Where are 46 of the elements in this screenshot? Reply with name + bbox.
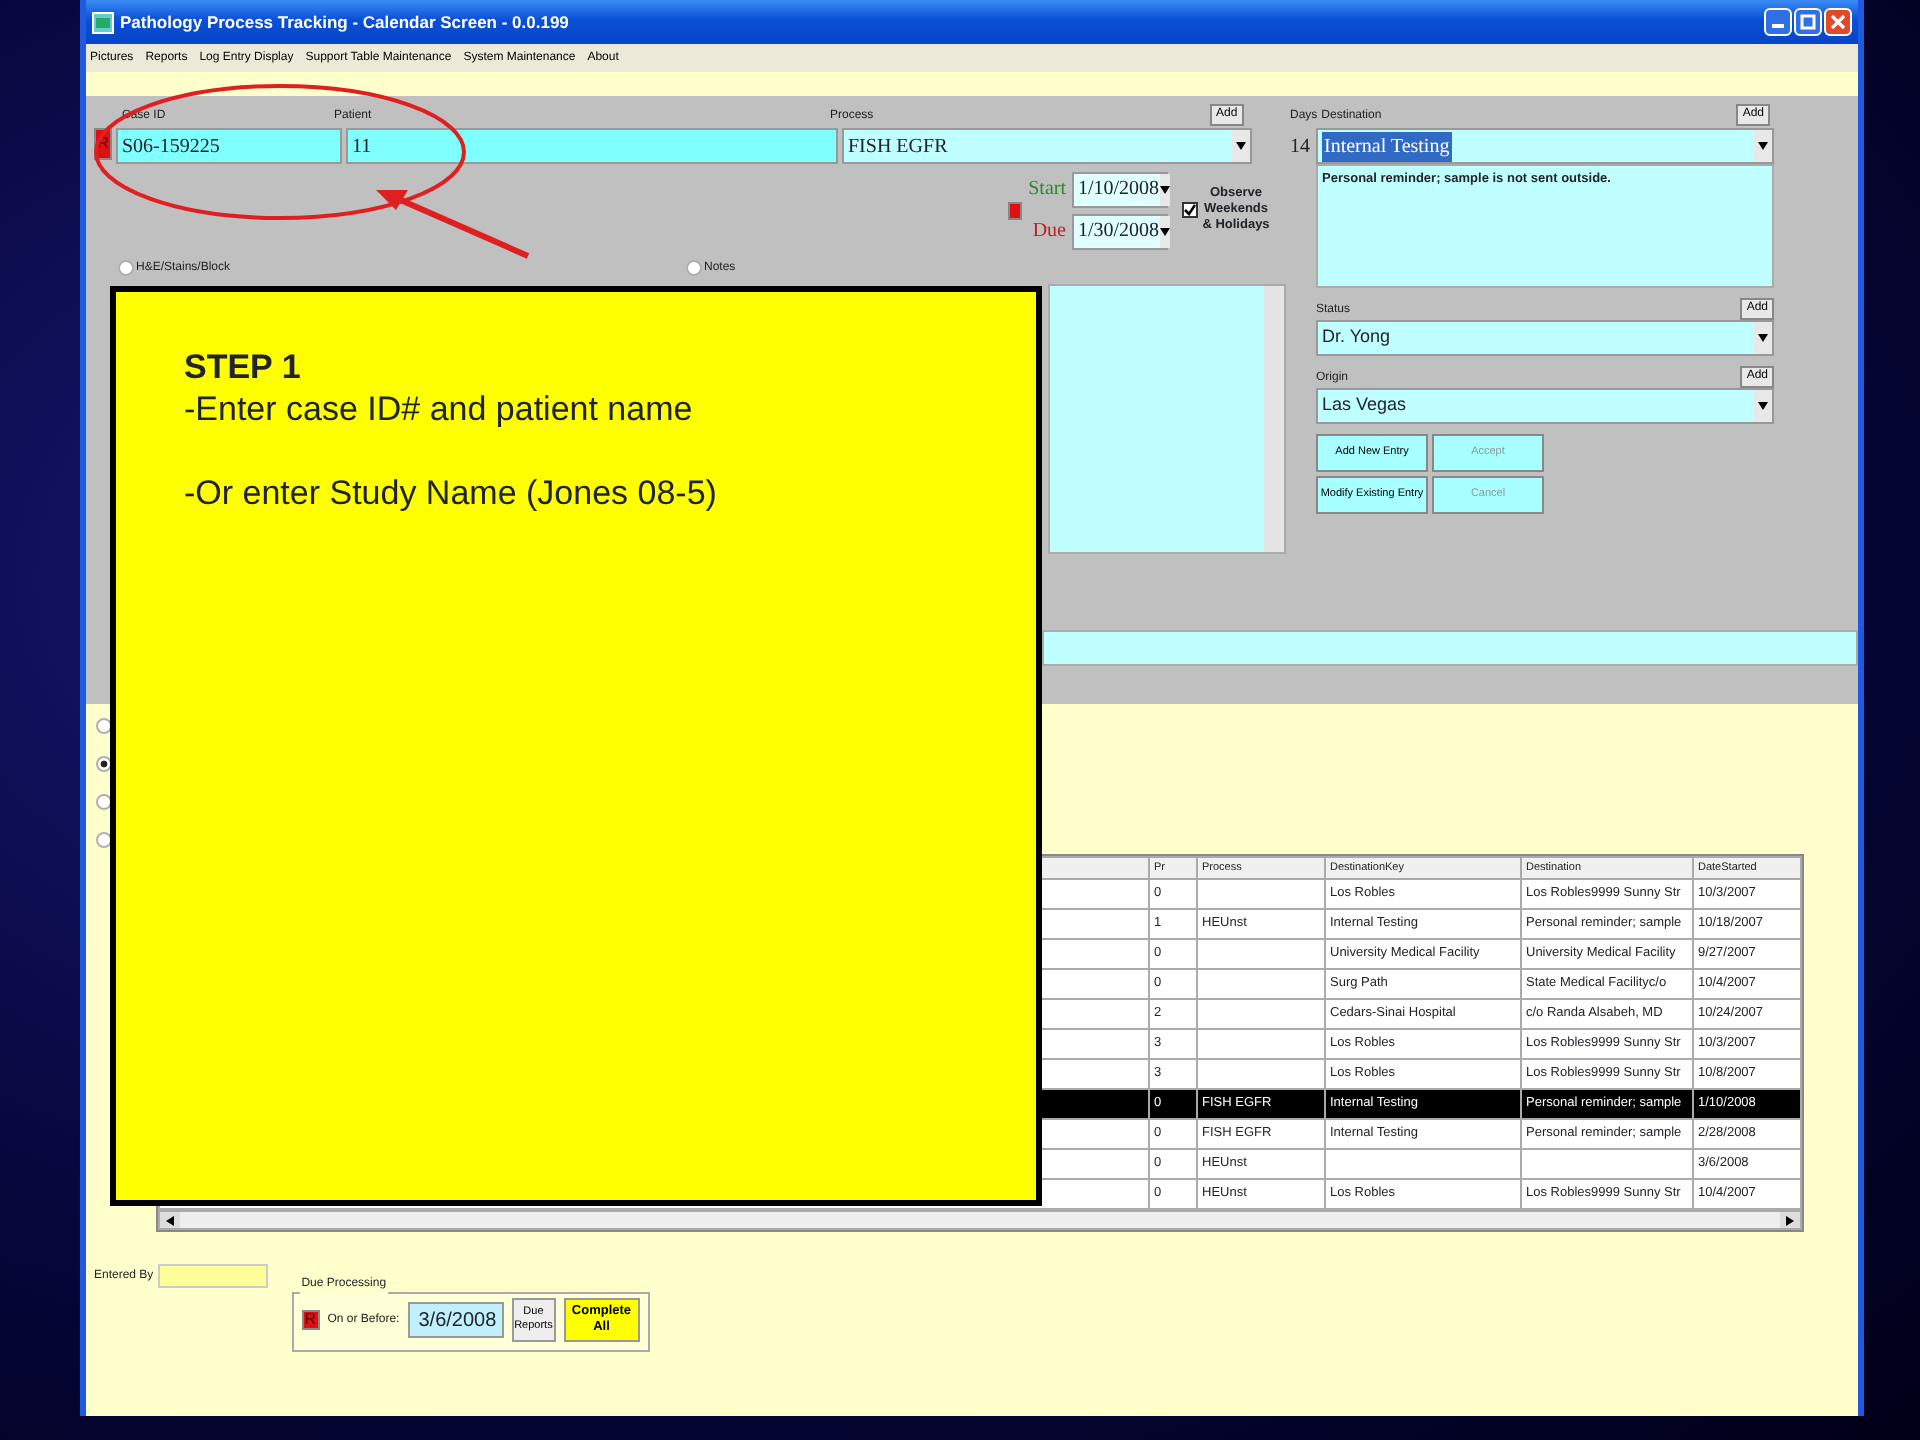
caret-icon <box>1758 334 1768 342</box>
caret-icon <box>1758 142 1768 150</box>
date-field[interactable]: 1/10/2008 <box>1072 171 1168 207</box>
destination-dropdown[interactable]: Internal Testing <box>1316 128 1774 164</box>
right-arrow-icon <box>1786 1215 1794 1225</box>
case-id-field[interactable]: S06-159225 <box>116 128 342 164</box>
start-label: Start <box>1028 175 1066 203</box>
patient-field[interactable]: 11 <box>346 128 838 164</box>
days-value: 14 <box>1290 133 1312 161</box>
required-flag: R <box>301 1310 320 1330</box>
minimize-button[interactable] <box>1764 8 1792 36</box>
caret-icon <box>1159 227 1170 235</box>
status-dropdown[interactable]: Dr. Yong <box>1316 320 1774 356</box>
callout-title: STEP 1 <box>184 346 303 388</box>
close-button[interactable] <box>1824 8 1852 36</box>
close-icon <box>1830 14 1846 30</box>
caret-icon <box>1758 402 1768 410</box>
callout-text: -Or enter Study Name (Jones 08-5) <box>184 472 719 514</box>
checkbox[interactable] <box>1182 202 1198 218</box>
date-field[interactable]: 3/6/2008 <box>407 1302 504 1338</box>
due-label: Due <box>1032 217 1066 245</box>
dropdown-button[interactable] <box>1159 215 1170 247</box>
dropdown-button[interactable] <box>1754 322 1772 354</box>
entered-by-field[interactable] <box>157 1264 268 1288</box>
dropdown-button[interactable] <box>1232 130 1250 162</box>
scroll-right-button[interactable] <box>1780 1212 1800 1228</box>
left-arrow-icon <box>166 1215 174 1225</box>
caret-icon <box>1236 142 1246 150</box>
app-icon <box>92 11 114 33</box>
radio-button[interactable] <box>686 260 702 276</box>
scroll-left-button[interactable] <box>160 1212 180 1228</box>
origin-dropdown[interactable]: Las Vegas <box>1316 388 1774 424</box>
dropdown-button[interactable] <box>1754 390 1772 422</box>
radio-button[interactable] <box>118 260 134 276</box>
maximize-button[interactable] <box>1794 8 1822 36</box>
date-field[interactable]: 1/30/2008 <box>1072 213 1168 249</box>
caret-icon <box>1159 185 1170 193</box>
dropdown-button[interactable] <box>1159 173 1170 205</box>
dropdown-button[interactable] <box>1754 130 1772 162</box>
window-title: Pathology Process Tracking - Calendar Screen - 0.0.199 <box>120 9 569 35</box>
required-flag <box>1008 201 1023 219</box>
callout-text: -Enter case ID# and patient name <box>184 388 695 430</box>
vertical-scrollbar[interactable] <box>1264 286 1284 552</box>
process-dropdown[interactable]: FISH EGFR <box>842 128 1252 164</box>
maximize-icon <box>1800 14 1816 30</box>
text-field[interactable] <box>1042 630 1858 666</box>
